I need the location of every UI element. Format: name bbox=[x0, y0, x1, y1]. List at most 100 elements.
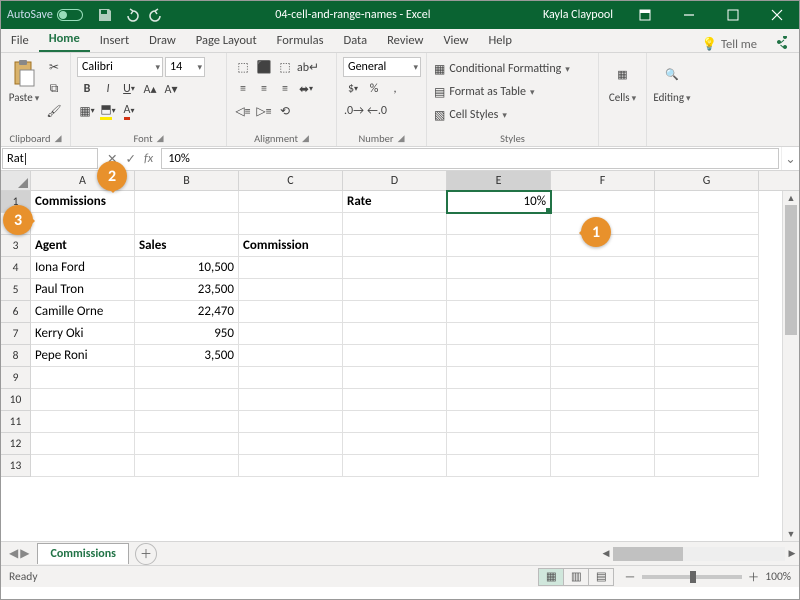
cell-E3[interactable] bbox=[447, 235, 551, 257]
cell-B10[interactable] bbox=[135, 389, 239, 411]
cell-B8[interactable]: 3,500 bbox=[135, 345, 239, 367]
cell-A5[interactable]: Paul Tron bbox=[31, 279, 135, 301]
cell-D5[interactable] bbox=[343, 279, 447, 301]
cell-B3[interactable]: Sales bbox=[135, 235, 239, 257]
scroll-right-icon[interactable]: ▶ bbox=[785, 548, 799, 559]
zoom-in-button[interactable]: ＋ bbox=[748, 569, 760, 585]
tab-data[interactable]: Data bbox=[334, 30, 378, 52]
cell-B13[interactable] bbox=[135, 455, 239, 477]
cell-A6[interactable]: Camille Orne bbox=[31, 301, 135, 323]
sheet-nav-next-icon[interactable]: ▶ bbox=[20, 546, 29, 561]
fx-icon[interactable]: fx bbox=[144, 151, 153, 166]
row-header[interactable]: 12 bbox=[1, 433, 31, 455]
italic-button[interactable]: I bbox=[98, 79, 118, 99]
row-header[interactable]: 13 bbox=[1, 455, 31, 477]
tab-home[interactable]: Home bbox=[39, 28, 90, 52]
decrease-decimal-button[interactable]: ←.0 bbox=[366, 101, 388, 121]
cell-F13[interactable] bbox=[551, 455, 655, 477]
cell-D1[interactable]: Rate bbox=[343, 191, 447, 213]
cell-G10[interactable] bbox=[655, 389, 759, 411]
share-button[interactable] bbox=[765, 36, 799, 52]
cell-D9[interactable] bbox=[343, 367, 447, 389]
cell-F7[interactable] bbox=[551, 323, 655, 345]
conditional-formatting-button[interactable]: ▦Conditional Formatting bbox=[433, 59, 593, 79]
format-as-table-button[interactable]: ▤Format as Table bbox=[433, 82, 593, 102]
formula-input[interactable]: 10% bbox=[161, 148, 779, 169]
enter-icon[interactable]: ✓ bbox=[125, 151, 135, 167]
col-header[interactable]: G bbox=[655, 171, 759, 190]
align-right-button[interactable]: ≡ bbox=[275, 79, 295, 99]
cell-E1[interactable]: 10% bbox=[447, 191, 551, 213]
ribbon-options-icon[interactable] bbox=[623, 1, 667, 29]
cell-styles-button[interactable]: ▧Cell Styles bbox=[433, 105, 593, 125]
cell-A13[interactable] bbox=[31, 455, 135, 477]
cell-B11[interactable] bbox=[135, 411, 239, 433]
percent-format-button[interactable]: % bbox=[364, 79, 384, 99]
close-button[interactable] bbox=[755, 1, 799, 29]
merge-center-button[interactable]: ⬌▾ bbox=[296, 79, 316, 99]
align-bottom-button[interactable]: ⬚ bbox=[275, 57, 295, 77]
cell-G7[interactable] bbox=[655, 323, 759, 345]
cell-D7[interactable] bbox=[343, 323, 447, 345]
align-middle-button[interactable]: ⬛ bbox=[254, 57, 274, 77]
cell-A2[interactable] bbox=[31, 213, 135, 235]
cell-F10[interactable] bbox=[551, 389, 655, 411]
col-header[interactable]: B bbox=[135, 171, 239, 190]
cell-C3[interactable]: Commission bbox=[239, 235, 343, 257]
sheet-tab-commissions[interactable]: Commissions bbox=[37, 543, 128, 564]
cell-C9[interactable] bbox=[239, 367, 343, 389]
wrap-text-button[interactable]: ab↵ bbox=[296, 57, 320, 77]
cell-D4[interactable] bbox=[343, 257, 447, 279]
cell-E11[interactable] bbox=[447, 411, 551, 433]
cell-F4[interactable] bbox=[551, 257, 655, 279]
cell-D11[interactable] bbox=[343, 411, 447, 433]
tab-page-layout[interactable]: Page Layout bbox=[186, 30, 267, 52]
row-header[interactable]: 11 bbox=[1, 411, 31, 433]
font-color-button[interactable]: A▾ bbox=[119, 101, 139, 121]
cell-D2[interactable] bbox=[343, 213, 447, 235]
tab-help[interactable]: Help bbox=[479, 30, 522, 52]
cell-F5[interactable] bbox=[551, 279, 655, 301]
expand-formula-bar-icon[interactable]: ⌄ bbox=[781, 147, 799, 170]
minimize-button[interactable] bbox=[667, 1, 711, 29]
cell-G12[interactable] bbox=[655, 433, 759, 455]
tab-file[interactable]: File bbox=[1, 30, 39, 52]
cell-C5[interactable] bbox=[239, 279, 343, 301]
maximize-button[interactable] bbox=[711, 1, 755, 29]
cell-F11[interactable] bbox=[551, 411, 655, 433]
name-box[interactable]: Rat bbox=[2, 148, 98, 169]
scroll-down-icon[interactable]: ▼ bbox=[783, 527, 799, 541]
cell-F8[interactable] bbox=[551, 345, 655, 367]
tab-draw[interactable]: Draw bbox=[139, 30, 186, 52]
cell-A7[interactable]: Kerry Oki bbox=[31, 323, 135, 345]
scroll-up-icon[interactable]: ▲ bbox=[783, 191, 799, 205]
row-header[interactable]: 3 bbox=[1, 235, 31, 257]
cell-E10[interactable] bbox=[447, 389, 551, 411]
scroll-thumb[interactable] bbox=[613, 547, 683, 561]
font-name-combo[interactable]: Calibri bbox=[77, 57, 163, 77]
cell-B7[interactable]: 950 bbox=[135, 323, 239, 345]
dialog-launcher-icon[interactable]: ◢ bbox=[302, 133, 309, 144]
bold-button[interactable]: B bbox=[77, 79, 97, 99]
undo-icon[interactable] bbox=[123, 7, 139, 23]
new-sheet-button[interactable]: ＋ bbox=[135, 543, 157, 565]
decrease-indent-button[interactable]: ◁≡ bbox=[233, 101, 253, 121]
accounting-format-button[interactable]: $▾ bbox=[343, 79, 363, 99]
cell-A1[interactable]: Commissions bbox=[31, 191, 135, 213]
cell-E7[interactable] bbox=[447, 323, 551, 345]
row-header[interactable]: 10 bbox=[1, 389, 31, 411]
tab-review[interactable]: Review bbox=[377, 30, 433, 52]
cell-E6[interactable] bbox=[447, 301, 551, 323]
col-header[interactable]: D bbox=[343, 171, 447, 190]
format-painter-button[interactable]: 🖌 bbox=[44, 101, 64, 121]
fill-color-button[interactable]: ⬒▾ bbox=[98, 101, 118, 121]
align-center-button[interactable]: ≡ bbox=[254, 79, 274, 99]
cell-A11[interactable] bbox=[31, 411, 135, 433]
vertical-scrollbar[interactable]: ▲ ▼ bbox=[782, 191, 799, 541]
cell-F1[interactable] bbox=[551, 191, 655, 213]
dialog-launcher-icon[interactable]: ◢ bbox=[55, 133, 62, 144]
autosave-toggle[interactable]: AutoSave bbox=[1, 8, 89, 22]
tell-me-search[interactable]: 💡 Tell me bbox=[693, 37, 765, 52]
cell-C1[interactable] bbox=[239, 191, 343, 213]
dialog-launcher-icon[interactable]: ◢ bbox=[398, 133, 405, 144]
